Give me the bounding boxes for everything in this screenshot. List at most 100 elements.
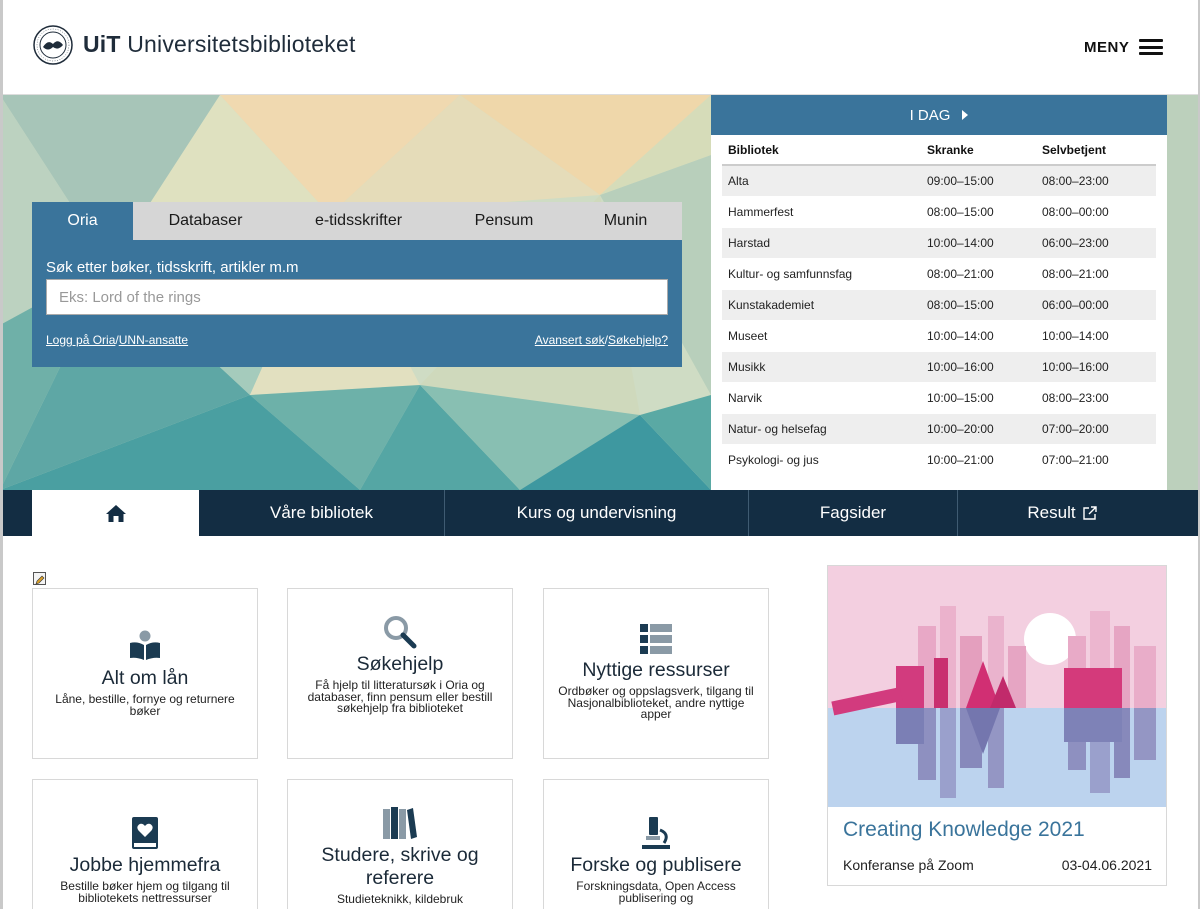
event-date: 03-04.06.2021 [1061, 857, 1152, 873]
library-name: Kultur- og samfunnsfag [722, 258, 927, 290]
site-logo-text[interactable]: UiT Universitetsbiblioteket [83, 31, 356, 58]
card-studere-skrive-referere[interactable]: Studere, skrive og referere Studieteknik… [287, 779, 513, 909]
nav-fagsider[interactable]: Fagsider [749, 490, 958, 536]
hours-table: Bibliotek Skranke Selvbetjent Alta 09:00–… [722, 135, 1156, 476]
nav-result-label: Result [1027, 503, 1076, 522]
uit-seal-icon[interactable] [33, 25, 73, 65]
search-widget: Oria Databaser e-tidsskrifter Pensum Mun… [32, 202, 682, 367]
table-row: Hammerfest 08:00–15:00 08:00–00:00 [722, 196, 1156, 228]
search-panel: Søk etter bøker, tidsskrift, artikler m.… [32, 240, 682, 367]
login-links: Logg på Oria/UNN-ansatte [46, 333, 188, 347]
desk-hours: 10:00–15:00 [927, 382, 1042, 414]
self-service-hours: 10:00–14:00 [1042, 320, 1156, 352]
search-icon [384, 616, 417, 649]
card-description: Studieteknikk, kildebruk [336, 892, 464, 906]
arrow-right-icon [962, 110, 969, 120]
unn-ansatte-link[interactable]: UNN-ansatte [119, 333, 188, 347]
self-service-hours: 07:00–21:00 [1042, 444, 1156, 476]
card-alt-om-lan[interactable]: Alt om lån Låne, bestille, fornye og ret… [32, 588, 258, 759]
card-title: Nyttige ressurser [582, 659, 730, 681]
tab-oria[interactable]: Oria [32, 202, 133, 240]
event-card[interactable]: Creating Knowledge 2021 Konferanse på Zo… [827, 565, 1167, 886]
event-title: Creating Knowledge 2021 [843, 818, 1085, 841]
card-title: Søkehjelp [356, 653, 444, 675]
desk-hours: 08:00–21:00 [927, 258, 1042, 290]
opening-hours-panel: I DAG Bibliotek Skranke Selvbetjent Alta… [711, 95, 1167, 490]
self-service-hours: 06:00–23:00 [1042, 227, 1156, 259]
menu-button[interactable]: MENY [1084, 36, 1164, 58]
card-title: Forske og publisere [570, 854, 742, 876]
event-subtitle: Konferanse på Zoom [843, 857, 974, 873]
advanced-search-link[interactable]: Avansert søk [535, 333, 605, 347]
site-header: UiT Universitetsbiblioteket MENY [0, 0, 1200, 95]
tab-e-tidsskrifter[interactable]: e-tidsskrifter [278, 202, 439, 240]
library-name: Harstad [722, 227, 927, 259]
table-row: Kunstakademiet 08:00–15:00 06:00–00:00 [722, 289, 1156, 321]
col-header-skranke: Skranke [927, 135, 1042, 166]
login-oria-link[interactable]: Logg på Oria [46, 333, 115, 347]
library-name: Hammerfest [722, 196, 927, 228]
card-title: Jobbe hjemmefra [69, 854, 221, 876]
hours-title: I DAG [909, 106, 951, 124]
table-row: Alta 09:00–15:00 08:00–23:00 [722, 165, 1156, 197]
table-row: Musikk 10:00–16:00 10:00–16:00 [722, 351, 1156, 383]
edit-pencil-icon[interactable] [33, 572, 46, 585]
card-forske-og-publisere[interactable]: Forske og publisere Forskningsdata, Open… [543, 779, 769, 909]
microscope-icon [642, 817, 670, 849]
home-icon [105, 504, 126, 522]
self-service-hours: 08:00–23:00 [1042, 382, 1156, 414]
self-service-hours: 08:00–00:00 [1042, 196, 1156, 228]
search-input[interactable] [46, 279, 668, 315]
nav-vare-bibliotek[interactable]: Våre bibliotek [199, 490, 445, 536]
self-service-hours: 07:00–20:00 [1042, 413, 1156, 445]
table-row: Psykologi- og jus 10:00–21:00 07:00–21:00 [722, 444, 1156, 476]
search-tabs: Oria Databaser e-tidsskrifter Pensum Mun… [32, 202, 682, 240]
tab-munin[interactable]: Munin [569, 202, 682, 240]
self-service-hours: 10:00–16:00 [1042, 351, 1156, 383]
library-name: Natur- og helsefag [722, 413, 927, 445]
tab-databaser[interactable]: Databaser [133, 202, 278, 240]
desk-hours: 10:00–14:00 [927, 227, 1042, 259]
self-service-hours: 08:00–21:00 [1042, 258, 1156, 290]
card-description: Bestille bøker hjem og tilgang til bibli… [60, 879, 230, 905]
card-title: Studere, skrive og referere [321, 844, 479, 889]
reader-icon [130, 630, 160, 660]
hours-header-button[interactable]: I DAG [711, 95, 1167, 135]
desk-hours: 10:00–16:00 [927, 351, 1042, 383]
library-name: Psykologi- og jus [722, 444, 927, 476]
event-illustration [828, 566, 1166, 807]
desk-hours: 08:00–15:00 [927, 196, 1042, 228]
library-name: Narvik [722, 382, 927, 414]
desk-hours: 09:00–15:00 [927, 165, 1042, 197]
nav-kurs-og-undervisning[interactable]: Kurs og undervisning [445, 490, 749, 536]
self-service-hours: 08:00–23:00 [1042, 165, 1156, 197]
tab-pensum[interactable]: Pensum [439, 202, 569, 240]
library-name: Musikk [722, 351, 927, 383]
library-name: Alta [722, 165, 927, 197]
nav-home[interactable] [32, 490, 199, 536]
nav-result[interactable]: Result [958, 490, 1167, 536]
books-icon [383, 807, 417, 839]
card-title: Alt om lån [101, 667, 189, 689]
desk-hours: 10:00–14:00 [927, 320, 1042, 352]
card-description: Låne, bestille, fornye og returnere bøke… [55, 692, 235, 718]
menu-label: MENY [1084, 38, 1130, 56]
card-sokehjelp[interactable]: Søkehjelp Få hjelp til litteratursøk i O… [287, 588, 513, 759]
help-links: Avansert søk/Søkehjelp? [535, 333, 668, 347]
table-row: Museet 10:00–14:00 10:00–14:00 [722, 320, 1156, 352]
search-help-link[interactable]: Søkehjelp? [608, 333, 668, 347]
card-description: Forskningsdata, Open Access publisering … [576, 879, 736, 905]
desk-hours: 08:00–15:00 [927, 289, 1042, 321]
heart-book-icon [132, 817, 158, 849]
card-nyttige-ressurser[interactable]: Nyttige ressurser Ordbøker og oppslagsve… [543, 588, 769, 759]
main-navigation: Våre bibliotek Kurs og undervisning Fags… [0, 490, 1200, 536]
table-row: Natur- og helsefag 10:00–20:00 07:00–20:00 [722, 413, 1156, 445]
list-icon [640, 624, 672, 654]
card-jobbe-hjemmefra[interactable]: Jobbe hjemmefra Bestille bøker hjem og t… [32, 779, 258, 909]
table-row: Harstad 10:00–14:00 06:00–23:00 [722, 227, 1156, 259]
self-service-hours: 06:00–00:00 [1042, 289, 1156, 321]
col-header-bibliotek: Bibliotek [722, 135, 927, 166]
card-description: Ordbøker og oppslagsverk, tilgang til Na… [558, 684, 754, 721]
col-header-selvbetjent: Selvbetjent [1042, 135, 1156, 166]
library-name: Kunstakademiet [722, 289, 927, 321]
